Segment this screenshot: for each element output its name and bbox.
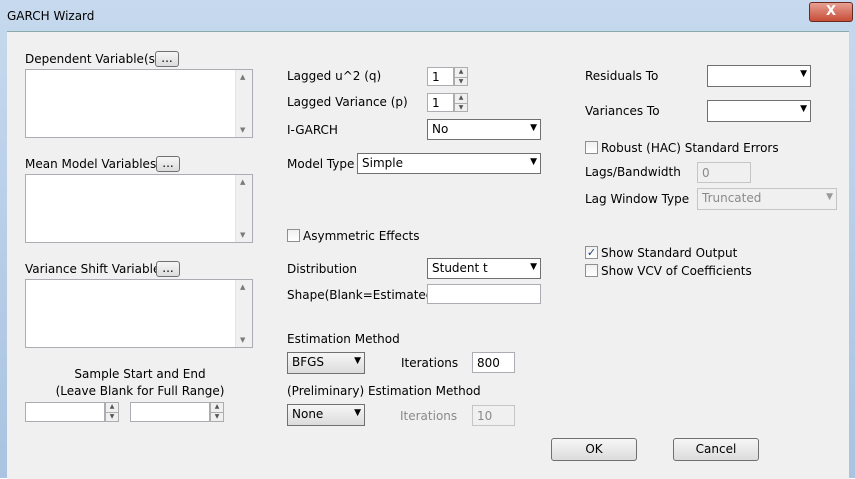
cancel-button[interactable]: Cancel xyxy=(673,438,759,461)
preliminary-estimation-dropdown[interactable]: None ▼ xyxy=(287,404,365,426)
lags-bandwidth-input[interactable] xyxy=(697,162,751,183)
preliminary-iterations-input[interactable] xyxy=(472,405,515,426)
estimation-method-dropdown[interactable]: BFGS ▼ xyxy=(287,352,365,374)
chevron-down-icon: ▼ xyxy=(800,104,807,114)
scroll-up-icon[interactable]: ▲ xyxy=(240,283,245,291)
sample-range-label: Sample Start and End xyxy=(74,367,206,381)
chevron-down-icon: ▼ xyxy=(354,408,361,418)
lagged-u2-input[interactable] xyxy=(427,67,454,86)
spin-down-icon[interactable]: ▼ xyxy=(455,76,467,86)
sample-end-spinner[interactable]: ▲ ▼ xyxy=(210,402,224,422)
variance-shift-variables-label: Variance Shift Variables xyxy=(25,262,167,276)
variances-to-label: Variances To xyxy=(585,104,660,118)
mean-model-variables-list[interactable]: ▲ ▼ xyxy=(25,174,253,243)
sample-range-hint: (Leave Blank for Full Range) xyxy=(55,384,225,398)
igarch-value: No xyxy=(432,122,449,136)
ok-button[interactable]: OK xyxy=(551,438,637,461)
chevron-down-icon: ▼ xyxy=(530,157,537,167)
sample-end-input[interactable] xyxy=(130,402,210,422)
show-vcv-label: Show VCV of Coefficients xyxy=(601,264,752,278)
iterations-input[interactable] xyxy=(472,352,515,373)
residuals-to-label: Residuals To xyxy=(585,69,659,83)
chevron-down-icon: ▼ xyxy=(530,262,537,272)
spin-down-icon[interactable]: ▼ xyxy=(211,412,223,421)
lags-bandwidth-label: Lags/Bandwidth xyxy=(585,165,681,179)
chevron-down-icon: ▼ xyxy=(530,123,537,133)
scroll-down-icon[interactable]: ▼ xyxy=(240,126,245,134)
lagged-u2-label: Lagged u^2 (q) xyxy=(287,69,382,83)
lagged-variance-label: Lagged Variance (p) xyxy=(287,95,408,109)
model-type-value: Simple xyxy=(362,156,403,170)
iterations-label: Iterations xyxy=(401,356,459,370)
residuals-to-dropdown[interactable]: ▼ xyxy=(707,65,811,87)
dependent-variables-label: Dependent Variable(s) xyxy=(25,52,160,66)
lag-window-type-label: Lag Window Type xyxy=(585,192,690,206)
spin-up-icon[interactable]: ▲ xyxy=(106,403,118,412)
spin-down-icon[interactable]: ▼ xyxy=(106,412,118,421)
lag-window-type-dropdown[interactable]: Truncated ▼ xyxy=(697,188,837,210)
scroll-up-icon[interactable]: ▲ xyxy=(240,178,245,186)
sample-start-spinner[interactable]: ▲ ▼ xyxy=(105,402,119,422)
igarch-label: I-GARCH xyxy=(287,123,338,137)
scroll-down-icon[interactable]: ▼ xyxy=(240,336,245,344)
dialog-client-area: Dependent Variable(s) ... ▲ ▼ Mean Model… xyxy=(7,31,849,479)
chevron-down-icon: ▼ xyxy=(800,69,807,79)
sample-start-input[interactable] xyxy=(25,402,105,422)
show-vcv-checkbox[interactable] xyxy=(585,264,598,277)
preliminary-estimation-value: None xyxy=(292,407,324,421)
dependent-list-scrollbar[interactable]: ▲ ▼ xyxy=(235,70,252,137)
variance-shift-browse-button[interactable]: ... xyxy=(156,261,180,277)
model-type-dropdown[interactable]: Simple ▼ xyxy=(357,153,541,174)
mean-model-browse-button[interactable]: ... xyxy=(156,156,180,172)
preliminary-iterations-label: Iterations xyxy=(400,409,458,423)
spin-up-icon[interactable]: ▲ xyxy=(211,403,223,412)
variances-to-dropdown[interactable]: ▼ xyxy=(707,100,811,122)
estimation-method-value: BFGS xyxy=(292,355,325,369)
model-type-label: Model Type xyxy=(287,157,355,171)
show-standard-output-checkbox[interactable]: ✓ xyxy=(585,246,598,259)
scroll-up-icon[interactable]: ▲ xyxy=(240,73,245,81)
window-title: GARCH Wizard xyxy=(7,9,95,23)
lagged-variance-input[interactable] xyxy=(427,93,454,112)
dependent-browse-button[interactable]: ... xyxy=(155,51,179,67)
igarch-dropdown[interactable]: No ▼ xyxy=(427,119,541,140)
spin-up-icon[interactable]: ▲ xyxy=(455,68,467,77)
spin-up-icon[interactable]: ▲ xyxy=(455,94,467,103)
estimation-method-label: Estimation Method xyxy=(287,332,400,346)
robust-se-label: Robust (HAC) Standard Errors xyxy=(601,141,779,155)
mean-list-scrollbar[interactable]: ▲ ▼ xyxy=(235,175,252,242)
spin-down-icon[interactable]: ▼ xyxy=(455,102,467,112)
distribution-dropdown[interactable]: Student t ▼ xyxy=(427,258,541,279)
mean-model-variables-label: Mean Model Variables xyxy=(25,157,157,171)
lag-window-type-value: Truncated xyxy=(702,191,762,205)
variance-shift-list-scrollbar[interactable]: ▲ ▼ xyxy=(235,280,252,347)
preliminary-estimation-label: (Preliminary) Estimation Method xyxy=(287,384,481,398)
scroll-down-icon[interactable]: ▼ xyxy=(240,231,245,239)
distribution-value: Student t xyxy=(432,261,488,275)
distribution-label: Distribution xyxy=(287,262,358,276)
chevron-down-icon: ▼ xyxy=(826,192,833,202)
asymmetric-effects-checkbox[interactable] xyxy=(287,229,300,242)
robust-se-checkbox[interactable] xyxy=(585,141,598,154)
shape-input[interactable] xyxy=(427,284,541,304)
dependent-variables-list[interactable]: ▲ ▼ xyxy=(25,69,253,138)
chevron-down-icon: ▼ xyxy=(354,356,361,366)
show-standard-output-label: Show Standard Output xyxy=(601,246,738,260)
close-button[interactable]: X xyxy=(809,2,853,22)
lagged-u2-spinner[interactable]: ▲ ▼ xyxy=(454,67,468,86)
lagged-variance-spinner[interactable]: ▲ ▼ xyxy=(454,93,468,112)
window-frame: GARCH Wizard X Dependent Variable(s) ...… xyxy=(0,0,855,479)
variance-shift-variables-list[interactable]: ▲ ▼ xyxy=(25,279,253,348)
shape-label: Shape(Blank=Estimated) xyxy=(287,288,439,302)
asymmetric-effects-label: Asymmetric Effects xyxy=(303,229,420,243)
